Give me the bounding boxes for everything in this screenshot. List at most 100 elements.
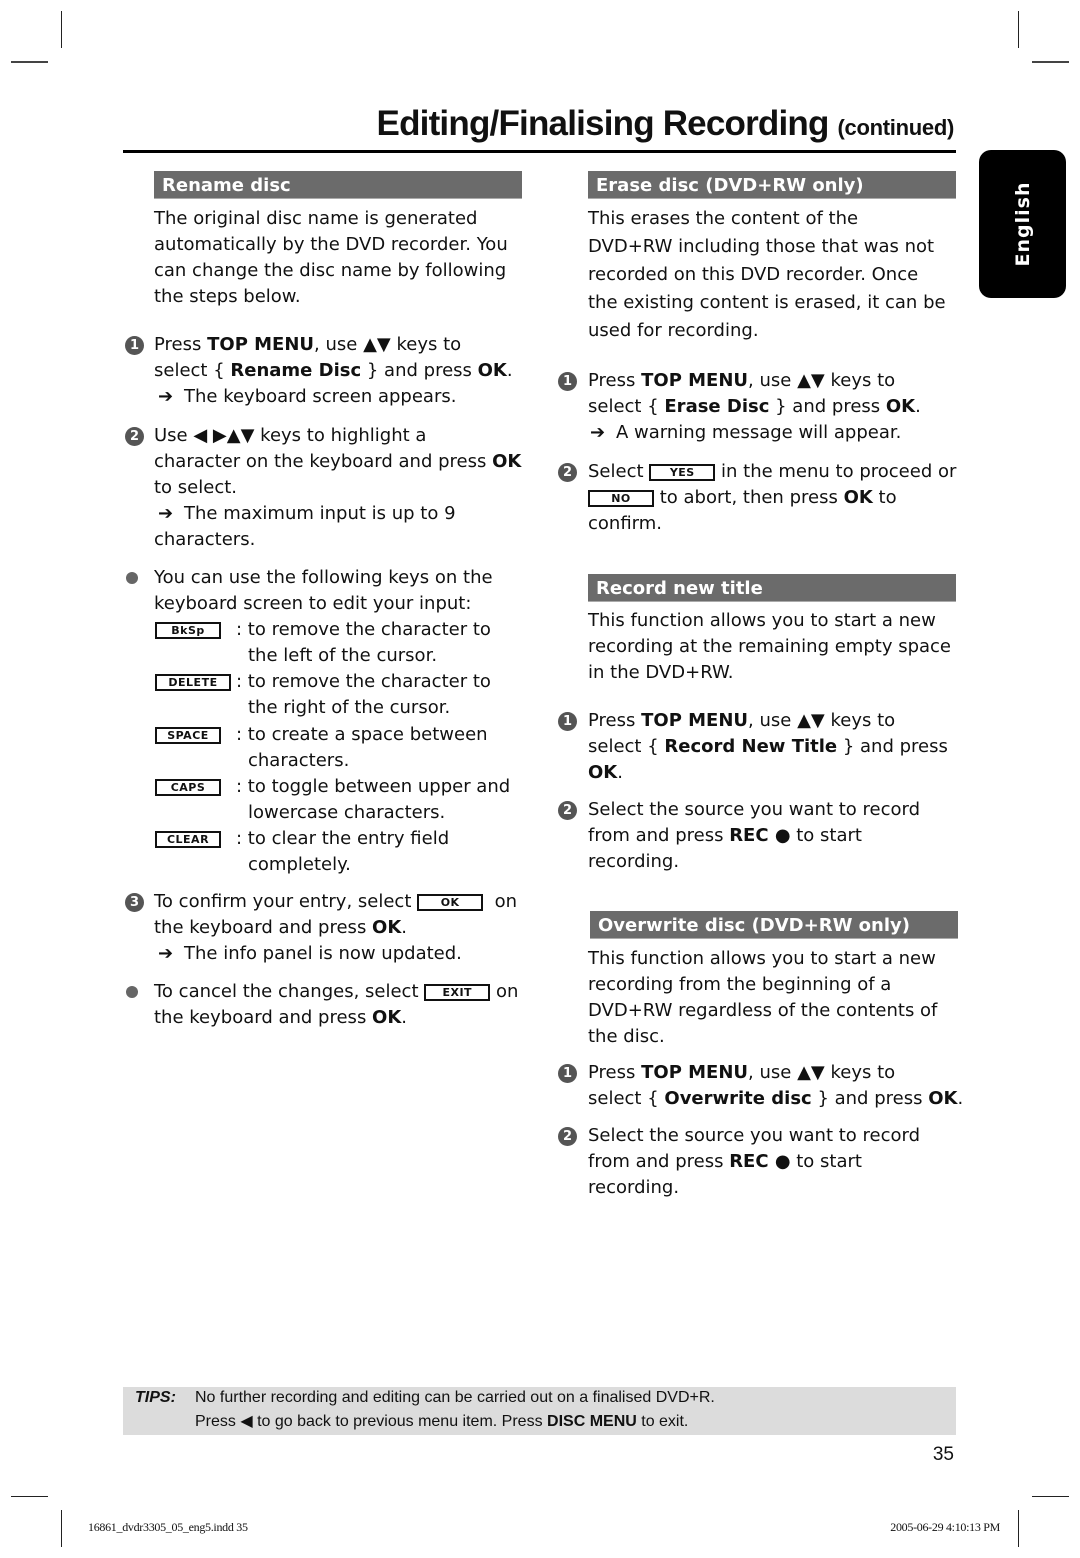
crop-mark [11,1496,48,1497]
step-line: character on the keyboard and press OK [154,451,522,472]
section-heading-overwrite-disc: Overwrite disc (DVD+RW only) [590,911,958,939]
step-line: Press TOP MENU, use ▲▼ keys to [588,370,896,391]
step-line: select { Erase Disc } and press OK. [588,396,921,417]
step-number-2-icon: 2 [558,801,577,820]
step-line: recording. [588,1177,680,1198]
space-key-icon: SPACE [155,727,221,744]
crop-mark [61,11,62,48]
step-line: select { Rename Disc } and press OK. [154,360,513,381]
tips-line: Press ◀ to go back to previous menu item… [195,1413,689,1430]
paragraph-line: recorded on this DVD recorder. Once [588,264,919,285]
arrow-right-icon: ➔ [590,422,606,443]
paragraph-line: recording from the beginning of a [588,974,892,995]
tips-label: TIPS: [135,1389,176,1406]
step-number-1-icon: 1 [558,712,577,731]
key-description: the right of the cursor. [248,697,451,718]
step-number-3-icon: 3 [125,893,144,912]
bullet-line: keyboard screen to edit your input: [154,593,472,614]
crop-mark [1018,11,1019,48]
step-result: characters. [154,529,256,550]
key-description: : to remove the character to [236,619,491,640]
crop-mark [1018,1510,1019,1547]
paragraph-line: DVD+RW including those that was not [588,236,935,257]
step-line: Press TOP MENU, use ▲▼ keys to [588,1062,896,1083]
step-line: to select. [154,477,237,498]
step-line: the keyboard and press OK. [154,917,408,938]
paragraph-line: recording at the remaining empty space [588,636,952,657]
slug-timestamp: 2005-06-29 4:10:13 PM [890,1520,1000,1534]
key-description: : to remove the character to [236,671,491,692]
step-number-2-icon: 2 [125,427,144,446]
step-line: select { Record New Title } and press [588,736,948,757]
paragraph-line: the steps below. [154,286,301,307]
bullet-icon [126,572,138,584]
step-line: Press TOP MENU, use ▲▼ keys to [154,334,462,355]
paragraph-line: the disc. [588,1026,665,1047]
step-line: from and press REC ● to start [588,1151,862,1172]
section-heading-record-new-title: Record new title [588,574,956,602]
exit-key-icon: EXIT [424,983,491,1001]
slug-filename: 16861_dvdr3305_05_eng5.indd 35 [88,1520,248,1534]
step-number-2-icon: 2 [558,1127,577,1146]
bullet-line: To cancel the changes, select EXIT on [154,981,519,1002]
arrow-right-icon: ➔ [158,386,174,407]
yes-key-icon: YES [649,463,716,481]
step-line: Use ◀ ▶▲▼ keys to highlight a [154,425,427,446]
arrow-right-icon: ➔ [158,943,174,964]
language-tab: English [979,150,1066,298]
bullet-line: You can use the following keys on the [154,567,493,588]
key-description: : to create a space between [236,724,488,745]
key-description: lowercase characters. [248,802,446,823]
step-line: NO to abort, then press OK to [588,485,897,511]
step-line: Select the source you want to record [588,1125,921,1146]
crop-mark [11,61,48,63]
step-line: confirm. [588,513,662,534]
paragraph-line: automatically by the DVD recorder. You [154,234,508,255]
no-key-icon: NO [588,489,654,507]
crop-mark [1032,1496,1069,1497]
paragraph-line: can change the disc name by following [154,260,507,281]
page-number: 35 [932,1444,954,1465]
key-description: the left of the cursor. [248,645,438,666]
tips-line: No further recording and editing can be … [195,1389,715,1406]
title-rule [123,150,956,153]
bullet-icon [126,986,138,998]
key-description: completely. [248,854,351,875]
crop-mark [1032,61,1069,63]
step-result: ➔ The maximum input is up to 9 [158,501,456,527]
paragraph-line: used for recording. [588,320,759,341]
step-number-2-icon: 2 [558,463,577,482]
paragraph-line: DVD+RW regardless of the contents of [588,1000,938,1021]
section-heading-rename-disc: Rename disc [154,171,522,199]
section-heading-erase-disc: Erase disc (DVD+RW only) [588,171,956,199]
continued-label: (continued) [837,115,955,140]
step-result: ➔ The keyboard screen appears. [158,384,456,410]
tips-box: TIPS: No further recording and editing c… [123,1387,956,1435]
bksp-key-icon: BkSp [155,622,221,639]
clear-key-icon: CLEAR [155,831,221,848]
ok-key-icon: OK [417,893,484,911]
paragraph-line: the existing content is erased, it can b… [588,292,946,313]
key-description: : to toggle between upper and [236,776,511,797]
step-line: OK. [588,762,623,783]
step-line: Select YES in the menu to proceed or [588,461,957,482]
step-line: recording. [588,851,680,872]
step-line: Select the source you want to record [588,799,921,820]
paragraph-line: This function allows you to start a new [588,948,936,969]
step-result: ➔ A warning message will appear. [590,420,901,446]
paragraph-line: This function allows you to start a new [588,610,936,631]
step-result: ➔ The info panel is now updated. [158,941,462,967]
key-description: : to clear the entry field [236,828,450,849]
step-line: select { Overwrite disc } and press OK. [588,1088,964,1109]
key-description: characters. [248,750,350,771]
page-title-text: Editing/Finalising Recording [376,104,830,143]
paragraph-line: The original disc name is generated [154,208,478,229]
step-number-1-icon: 1 [558,1064,577,1083]
paragraph-line: This erases the content of the [588,208,859,229]
caps-key-icon: CAPS [155,779,221,796]
page-title: Editing/Finalising Recording (continued) [376,104,955,144]
step-line: from and press REC ● to start [588,825,862,846]
step-number-1-icon: 1 [125,336,144,355]
step-line: Press TOP MENU, use ▲▼ keys to [588,710,896,731]
language-tab-label: English [1011,181,1034,267]
